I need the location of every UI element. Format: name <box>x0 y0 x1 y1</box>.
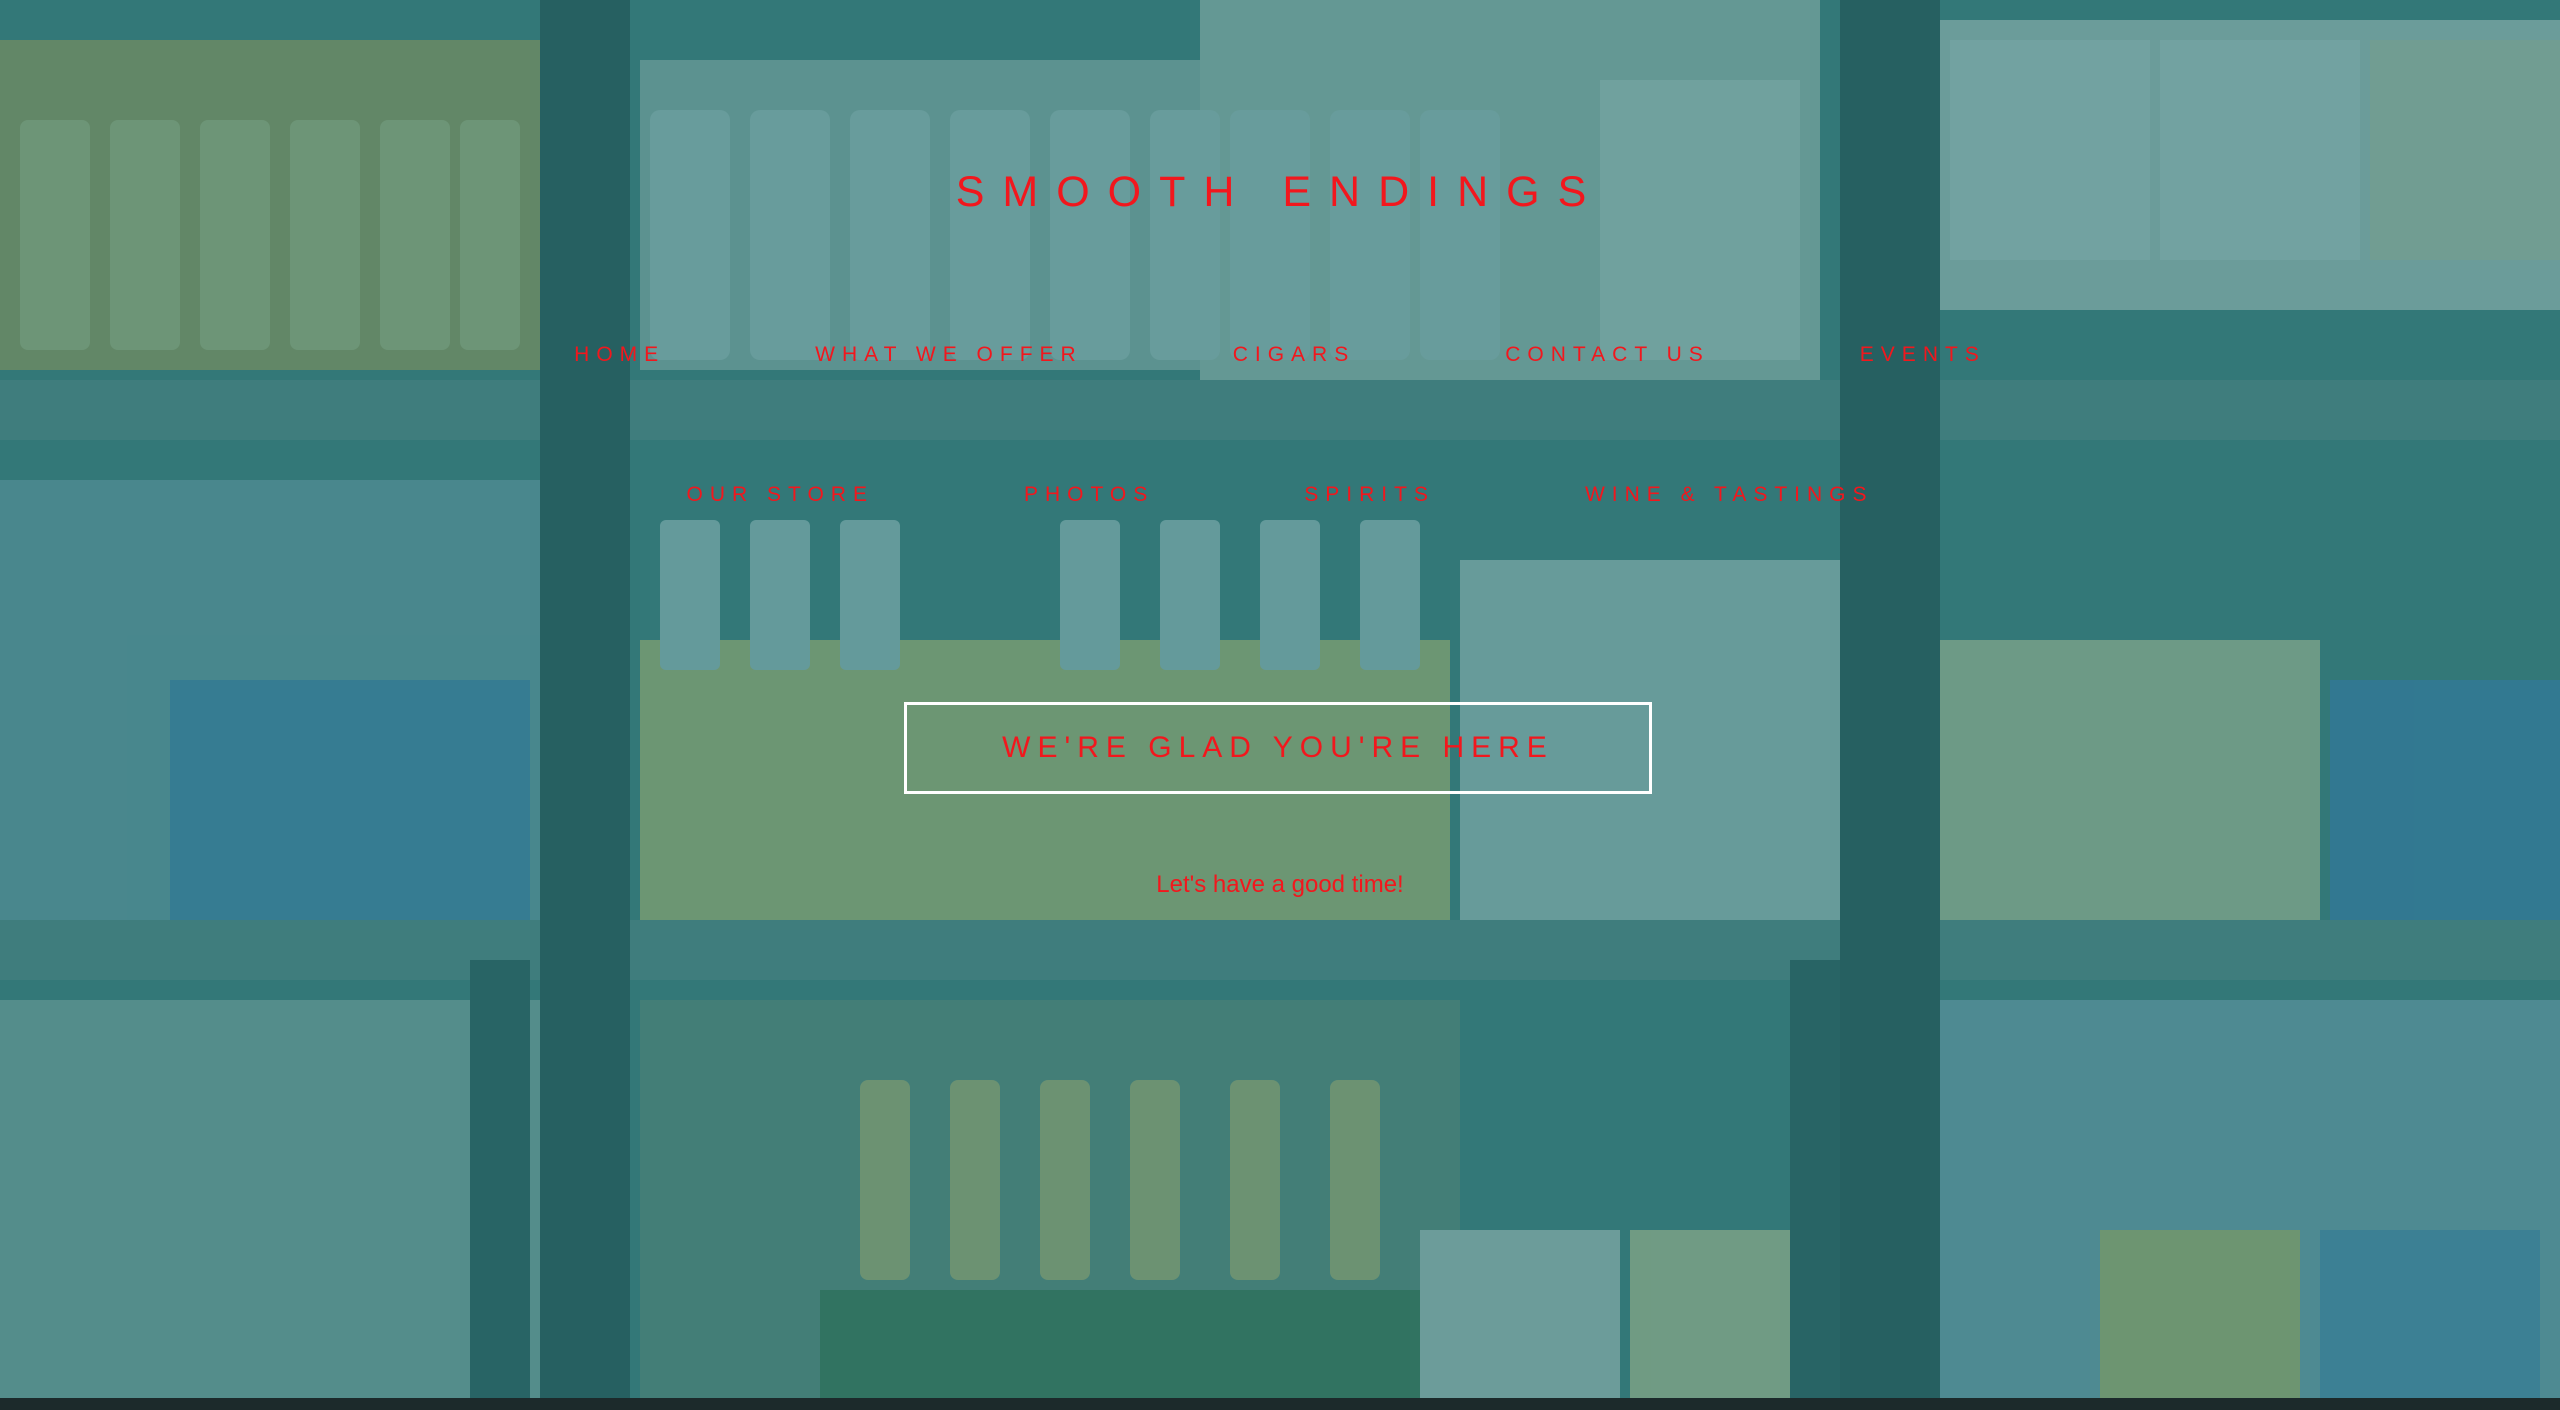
bottom-strip <box>0 1398 2560 1410</box>
nav-link-spirits[interactable]: SPIRITS <box>1304 483 1435 507</box>
welcome-button[interactable]: WE'RE GLAD YOU'RE HERE <box>904 702 1652 794</box>
nav-row-1: HOME WHAT WE OFFER CIGARS CONTACT US EVE… <box>0 340 2560 370</box>
nav-row-2: OUR STORE PHOTOS SPIRITS WINE & TASTINGS <box>0 480 2560 510</box>
nav-link-home[interactable]: HOME <box>574 343 665 367</box>
nav-link-cigars[interactable]: CIGARS <box>1233 343 1356 367</box>
nav-link-our-store[interactable]: OUR STORE <box>686 483 873 507</box>
nav-link-photos[interactable]: PHOTOS <box>1024 483 1154 507</box>
nav-link-contact-us[interactable]: CONTACT US <box>1505 343 1710 367</box>
nav-link-events[interactable]: EVENTS <box>1860 343 1986 367</box>
nav-link-wine-tastings[interactable]: WINE & TASTINGS <box>1585 483 1874 507</box>
nav-link-what-we-offer[interactable]: WHAT WE OFFER <box>815 343 1083 367</box>
site-title[interactable]: SMOOTH ENDINGS <box>0 162 2560 222</box>
tagline: Let's have a good time! <box>1156 871 1404 898</box>
welcome-button-label: WE'RE GLAD YOU'RE HERE <box>1002 731 1554 764</box>
